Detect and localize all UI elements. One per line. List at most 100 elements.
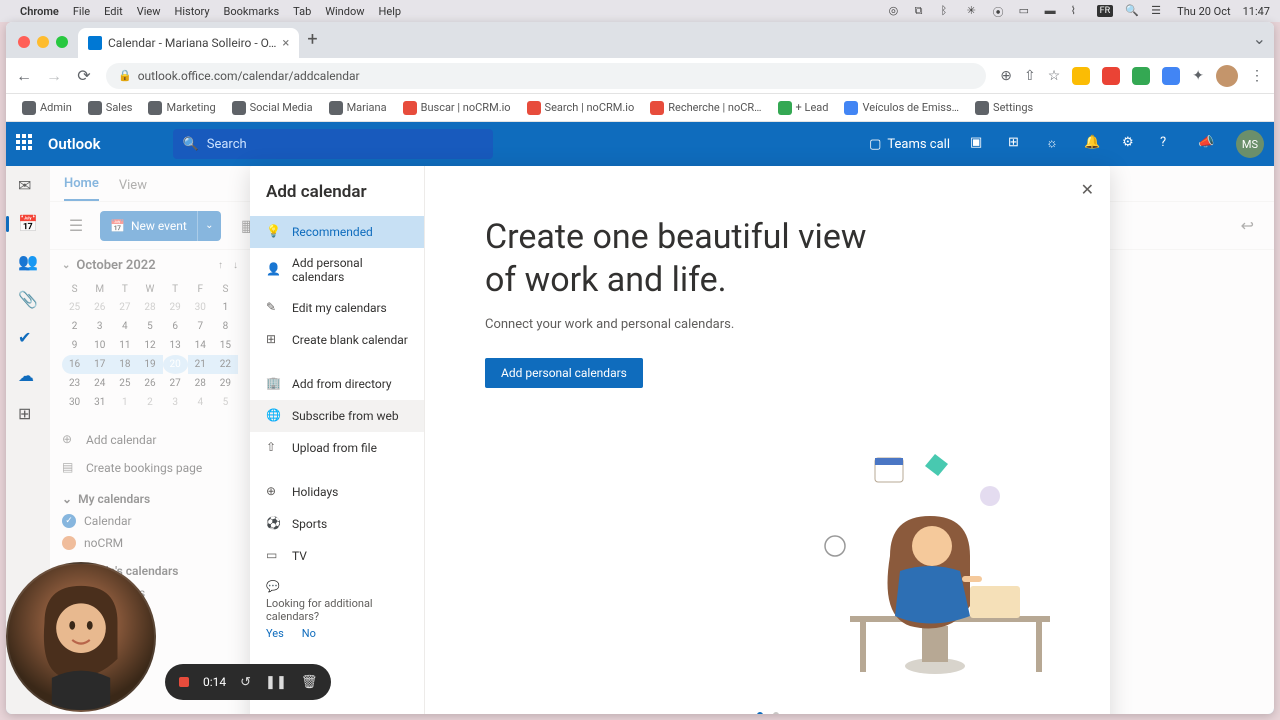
whats-new-icon[interactable]: 📣 [1198, 135, 1216, 153]
chrome-profile-avatar[interactable] [1216, 65, 1238, 87]
owa-header: Outlook 🔍 Search ▢Teams call ▣ ⊞ ☼ 🔔 ⚙ ?… [6, 122, 1274, 166]
restart-icon[interactable]: ↺ [240, 675, 251, 690]
nav-tv[interactable]: ▭TV [250, 540, 424, 572]
people-icon[interactable]: 👥 [18, 252, 38, 272]
nav-add-personal[interactable]: 👤Add personal calendars [250, 248, 424, 292]
bookmark-folder[interactable]: Marketing [142, 98, 221, 118]
bookmark-folder[interactable]: Sales [82, 98, 139, 118]
delete-icon[interactable]: 🗑 [301, 675, 318, 690]
status-icon[interactable]: ✳ [967, 4, 981, 18]
meet-now-icon[interactable]: ▣ [970, 135, 988, 153]
more-apps-icon[interactable]: ⊞ [18, 404, 38, 424]
notifications-icon[interactable]: 🔔 [1084, 135, 1102, 153]
spotlight-icon[interactable]: 🔍 [1125, 4, 1139, 18]
my-day-icon[interactable]: ☼ [1046, 135, 1064, 153]
bookmark-folder[interactable]: Social Media [226, 98, 319, 118]
chrome-menu-icon[interactable]: ⋮ [1250, 68, 1264, 84]
bookmark-link[interactable]: Search | noCRM.io [521, 98, 641, 118]
owa-search[interactable]: 🔍 Search [173, 129, 493, 159]
menubar-time[interactable]: 11:47 [1243, 5, 1270, 18]
bookmark-star-icon[interactable]: ☆ [1048, 68, 1061, 84]
menu-bookmarks[interactable]: Bookmarks [224, 5, 280, 18]
bookmark-link[interactable]: Recherche | noCR… [644, 98, 767, 118]
bookmark-folder[interactable]: Admin [16, 98, 78, 118]
nav-upload-file[interactable]: ⇧Upload from file [250, 432, 424, 464]
status-icon[interactable]: ⦿ [993, 4, 1007, 18]
translate-icon[interactable]: ⊕ [1000, 68, 1012, 84]
bookmark-link[interactable]: Settings [969, 98, 1039, 118]
menu-tab[interactable]: Tab [293, 5, 311, 18]
browser-tab[interactable]: Calendar - Mariana Solleiro - O… × [78, 28, 299, 58]
calendar-icon[interactable]: 📅 [18, 214, 38, 234]
menu-view[interactable]: View [137, 5, 161, 18]
pause-icon[interactable]: ❚❚ [265, 675, 287, 690]
close-modal-icon[interactable]: ✕ [1081, 180, 1094, 199]
bookmarks-bar: Admin Sales Marketing Social Media Maria… [6, 94, 1274, 122]
forward-button[interactable]: → [46, 66, 62, 86]
new-tab-button[interactable]: + [307, 29, 317, 50]
extension-icon[interactable] [1132, 67, 1150, 85]
carousel-dot[interactable] [757, 712, 763, 714]
favicon-icon [88, 36, 102, 50]
settings-icon[interactable]: ⚙ [1122, 135, 1140, 153]
bookmark-link[interactable]: + Lead [772, 98, 835, 118]
extension-icon[interactable] [1162, 67, 1180, 85]
share-icon[interactable]: ⇧ [1024, 68, 1036, 84]
mail-icon[interactable]: ✉ [18, 176, 38, 196]
upload-icon: ⇧ [266, 440, 282, 456]
prompt-yes[interactable]: Yes [266, 627, 284, 640]
nav-sports[interactable]: ⚽Sports [250, 508, 424, 540]
files-icon[interactable]: 📎 [18, 290, 38, 310]
nav-add-directory[interactable]: 🏢Add from directory [250, 368, 424, 400]
menu-help[interactable]: Help [379, 5, 402, 18]
wifi-icon[interactable]: ⌇ [1071, 4, 1085, 18]
extension-icon[interactable] [1102, 67, 1120, 85]
illustration [820, 436, 1080, 696]
carousel-dot[interactable] [773, 712, 779, 714]
maximize-window[interactable] [56, 36, 68, 48]
nav-edit-calendars[interactable]: ✎Edit my calendars [250, 292, 424, 324]
teams-call-button[interactable]: ▢Teams call [869, 137, 950, 152]
teams-icon[interactable]: ⊞ [1008, 135, 1026, 153]
back-button[interactable]: ← [16, 66, 32, 86]
menubar-app[interactable]: Chrome [20, 5, 59, 18]
onedrive-icon[interactable]: ☁ [18, 366, 38, 386]
menu-file[interactable]: File [73, 5, 90, 18]
profile-avatar[interactable]: MS [1236, 130, 1264, 158]
nav-create-blank[interactable]: ⊞Create blank calendar [250, 324, 424, 356]
address-bar[interactable]: 🔒 outlook.office.com/calendar/addcalenda… [106, 63, 986, 89]
reload-button[interactable]: ⟳ [76, 66, 92, 85]
menu-edit[interactable]: Edit [104, 5, 123, 18]
bookmark-link[interactable]: Veículos de Emiss… [838, 98, 965, 118]
app-launcher-icon[interactable] [16, 134, 36, 154]
menubar-lang[interactable]: FR [1097, 5, 1114, 17]
close-tab-icon[interactable]: × [282, 36, 289, 51]
nav-holidays[interactable]: ⊕Holidays [250, 476, 424, 508]
menubar-date[interactable]: Thu 20 Oct [1177, 5, 1230, 18]
todo-icon[interactable]: ✔ [18, 328, 38, 348]
webcam-bubble[interactable] [6, 562, 156, 712]
display-icon[interactable]: ▭ [1019, 4, 1033, 18]
add-personal-calendars-button[interactable]: Add personal calendars [485, 358, 643, 388]
control-center-icon[interactable]: ☰ [1151, 4, 1165, 18]
extensions-puzzle-icon[interactable]: ✦ [1192, 68, 1204, 84]
help-icon[interactable]: ? [1160, 135, 1178, 153]
tabs-chevron-icon[interactable]: ⌄ [1253, 29, 1266, 48]
bookmark-folder[interactable]: Mariana [323, 98, 393, 118]
bluetooth-icon[interactable]: ᛒ [941, 4, 955, 18]
owa-brand: Outlook [48, 135, 101, 153]
dropbox-icon[interactable]: ⧉ [915, 4, 929, 18]
status-icon[interactable]: ◎ [889, 4, 903, 18]
bookmark-link[interactable]: Buscar | noCRM.io [397, 98, 517, 118]
close-window[interactable] [18, 36, 30, 48]
prompt-no[interactable]: No [302, 627, 316, 640]
nav-subscribe-web[interactable]: 🌐Subscribe from web [250, 400, 424, 432]
record-indicator-icon[interactable] [179, 677, 189, 687]
extension-icon[interactable] [1072, 67, 1090, 85]
menu-window[interactable]: Window [325, 5, 364, 18]
battery-icon[interactable]: ▬ [1045, 4, 1059, 18]
globe-icon: ⊕ [266, 484, 282, 500]
menu-history[interactable]: History [175, 5, 210, 18]
minimize-window[interactable] [37, 36, 49, 48]
nav-recommended[interactable]: 💡Recommended [250, 216, 424, 248]
